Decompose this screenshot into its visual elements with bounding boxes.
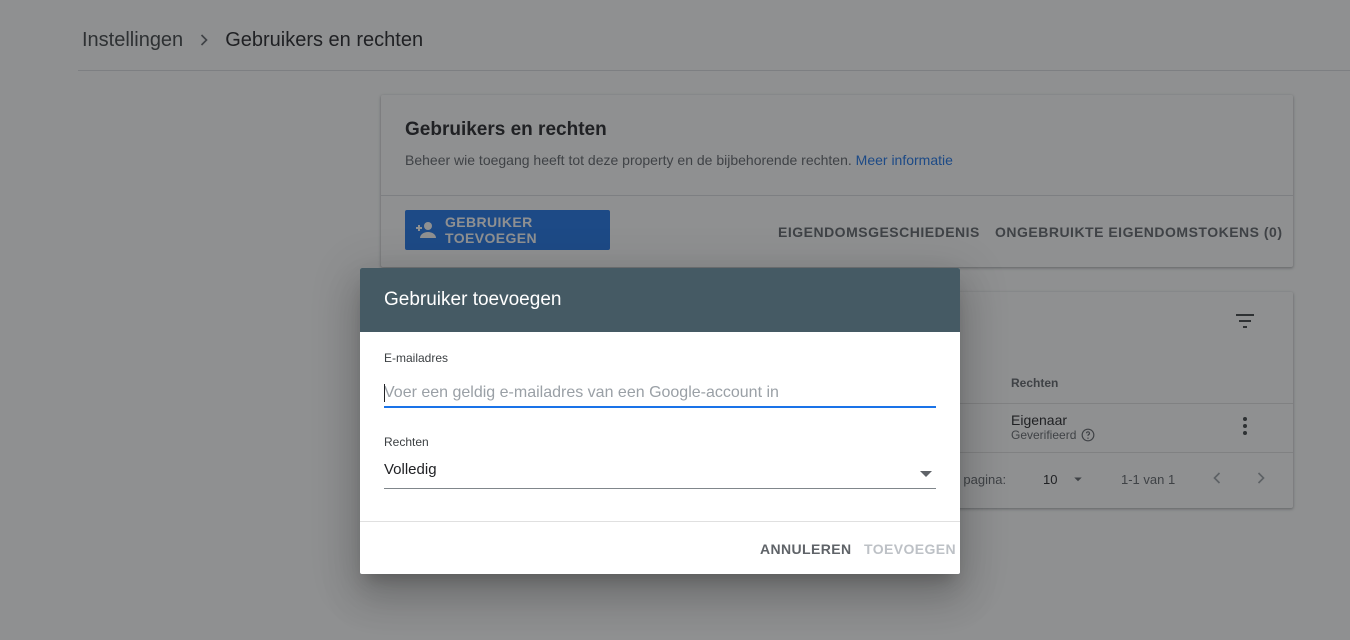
dialog-divider xyxy=(360,521,960,522)
arrow-drop-down-icon xyxy=(920,466,932,477)
permissions-select-value: Volledig xyxy=(384,461,437,478)
permissions-label: Rechten xyxy=(384,435,429,449)
add-button[interactable]: TOEVOEGEN xyxy=(864,541,956,557)
email-input[interactable] xyxy=(384,380,936,408)
cancel-button[interactable]: ANNULEREN xyxy=(760,541,852,557)
text-cursor xyxy=(384,384,385,402)
email-label: E-mailadres xyxy=(384,351,449,365)
dialog-header: Gebruiker toevoegen xyxy=(360,268,960,332)
permissions-select[interactable]: Volledig xyxy=(384,458,936,489)
dialog-title: Gebruiker toevoegen xyxy=(384,289,562,310)
add-user-dialog: Gebruiker toevoegen E-mailadres Rechten … xyxy=(360,268,960,574)
